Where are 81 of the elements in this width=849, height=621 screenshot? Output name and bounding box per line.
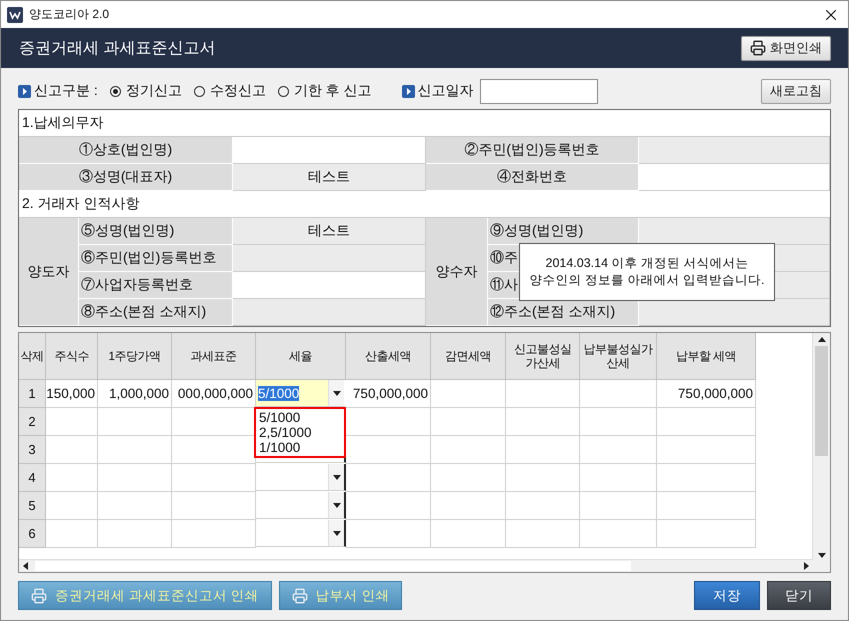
scroll-right-icon: [804, 562, 809, 570]
dropdown-button[interactable]: [328, 492, 344, 518]
field-label: ⑦사업자등록번호: [79, 272, 233, 299]
row-number: 3: [19, 436, 46, 464]
form-title: 증권거래세 과세표준신고서: [19, 38, 216, 58]
row-number: 5: [19, 492, 46, 520]
dropdown-button[interactable]: [328, 520, 344, 546]
report-type-radio[interactable]: 수정신고: [194, 82, 266, 100]
rate-cell[interactable]: [256, 492, 346, 519]
rate-option[interactable]: 5/1000: [259, 410, 341, 425]
column-header: 신고불성실 가산세: [506, 333, 580, 380]
field-value: 테스트: [233, 164, 426, 191]
printer-icon: [292, 588, 308, 604]
field-label: ⑫주소(본점 소재지): [488, 299, 639, 326]
caret-icon: [332, 502, 340, 508]
table-cell: 150,000: [46, 380, 98, 408]
field-label: ⑨성명(법인명): [488, 218, 639, 245]
column-header: 세율: [256, 333, 346, 380]
column-header: 납부불성실가 산세: [580, 333, 657, 380]
field-value: 테스트: [233, 218, 426, 245]
rate-dropdown-list[interactable]: 5/1000 2,5/1000 1/1000: [254, 407, 346, 458]
rate-option[interactable]: 1/1000: [259, 440, 341, 455]
printer-icon: [31, 588, 47, 604]
printer-icon: [750, 40, 766, 56]
column-header: 감면세액: [431, 333, 506, 380]
field-label: ③성명(대표자): [19, 164, 233, 191]
report-type-label: 신고구분 :: [34, 82, 98, 100]
table-cell: 750,000,000: [657, 380, 756, 408]
table-cell: [46, 408, 98, 436]
row-number: 6: [19, 520, 46, 548]
field-label: ④전화번호: [426, 164, 639, 191]
table-cell: [46, 520, 98, 548]
field-label: ②주민(법인)등록번호: [426, 137, 639, 164]
scroll-left-icon: [23, 562, 28, 570]
action-button[interactable]: 닫기: [767, 581, 831, 610]
field-label: ⑤성명(법인명): [79, 218, 233, 245]
scroll-down-icon: [818, 553, 826, 558]
caret-icon: [332, 530, 340, 536]
scroll-up-icon: [818, 337, 826, 342]
column-header: 과세표준: [172, 333, 256, 380]
report-date-field[interactable]: [480, 78, 598, 104]
rate-option[interactable]: 2,5/1000: [259, 425, 341, 440]
rate-cell[interactable]: 5/1000: [256, 380, 346, 407]
rate-cell[interactable]: [256, 520, 346, 547]
report-type-radio[interactable]: 기한 후 신고: [278, 82, 372, 100]
app-logo-icon: [7, 6, 23, 22]
refresh-button[interactable]: 새로고침: [761, 78, 831, 104]
row-number: 4: [19, 464, 46, 492]
party-label: 양수자: [426, 218, 488, 326]
horizontal-scrollbar[interactable]: [19, 559, 813, 572]
row-number: 2: [19, 408, 46, 436]
column-header: 1주당가액: [98, 333, 172, 380]
field-label: ⑧주소(본점 소재지): [79, 299, 233, 326]
rate-cell[interactable]: [256, 464, 346, 491]
column-header: 삭제: [19, 333, 46, 380]
field-value[interactable]: [639, 164, 830, 191]
table-cell: [46, 436, 98, 464]
table-cell: [46, 464, 98, 492]
field-value[interactable]: [233, 137, 426, 164]
field-label: ①상호(법인명): [19, 137, 233, 164]
vertical-scrollbar[interactable]: [812, 333, 830, 572]
caret-icon: [332, 390, 340, 396]
column-header: 납부할 세액: [657, 333, 756, 380]
column-header: 산출세액: [346, 333, 431, 380]
caret-icon: [332, 474, 340, 480]
table-cell: 1,000,000: [98, 380, 172, 408]
column-header: 주식수: [46, 333, 98, 380]
screen-print-button[interactable]: 화면인쇄: [741, 36, 831, 60]
party-label: 양도자: [19, 218, 79, 326]
action-button[interactable]: 저장: [694, 581, 760, 610]
notice-popup: 2014.03.14 이후 개정된 서식에서는 양수인의 정보를 아래에서 입력받습니다.: [519, 243, 775, 301]
report-type-radio[interactable]: 정기신고: [110, 82, 182, 100]
report-date-label: 신고일자: [418, 82, 474, 100]
field-label: ⑥주민(법인)등록번호: [79, 245, 233, 272]
window-title: 양도코리아 2.0: [29, 6, 110, 23]
dropdown-button[interactable]: [328, 464, 344, 490]
table-cell: 750,000,000: [346, 380, 431, 408]
table-cell: [46, 492, 98, 520]
field-value[interactable]: [233, 272, 426, 299]
dropdown-button[interactable]: [328, 380, 344, 406]
row-number: 1: [19, 380, 46, 408]
